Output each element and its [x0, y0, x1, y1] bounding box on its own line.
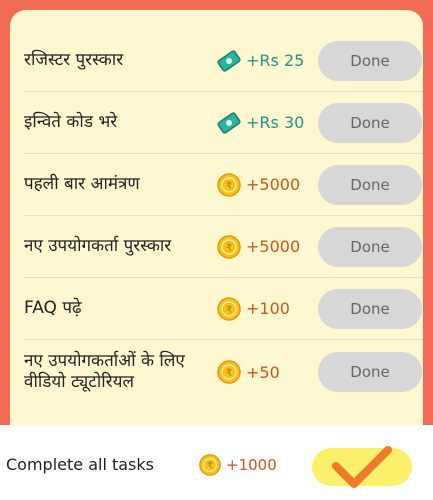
complete-all-check-button[interactable]	[312, 446, 412, 488]
svg-text:₹: ₹	[226, 305, 232, 316]
coin-icon: ₹	[216, 234, 242, 260]
complete-all-footer: Complete all tasks ₹ +1000	[0, 425, 433, 500]
task-label: FAQ पढ़े	[24, 297, 82, 318]
done-button[interactable]: Done	[318, 288, 422, 329]
tasks-panel: रजिस्टर पुरस्कार +Rs 25 Done इन्विते कोड…	[10, 10, 423, 425]
task-row: नए उपयोगकर्ता पुरस्कार ₹ +5000 Done	[24, 216, 423, 278]
task-label: नए उपयोगकर्ता पुरस्कार	[24, 235, 172, 256]
svg-text:₹: ₹	[226, 243, 232, 254]
task-row: रजिस्टर पुरस्कार +Rs 25 Done	[24, 30, 423, 92]
reward-amount: +100	[246, 299, 290, 318]
svg-text:₹: ₹	[226, 368, 232, 379]
footer-reward: ₹ +1000	[198, 453, 277, 477]
task-reward: +Rs 25	[216, 30, 304, 91]
svg-text:₹: ₹	[226, 181, 232, 192]
coin-icon: ₹	[216, 172, 242, 198]
coin-icon: ₹	[216, 359, 242, 385]
reward-amount: +5000	[246, 237, 301, 256]
svg-text:₹: ₹	[207, 461, 213, 472]
task-reward: +Rs 30	[216, 92, 304, 153]
task-reward: ₹ +50	[216, 340, 280, 404]
cash-icon	[216, 110, 242, 136]
task-label: रजिस्टर पुरस्कार	[24, 49, 124, 70]
checkmark-icon	[332, 446, 392, 488]
task-row: पहली बार आमंत्रण ₹ +5000 Done	[24, 154, 423, 216]
task-label: इन्विते कोड भरे	[24, 111, 118, 132]
task-reward: ₹ +5000	[216, 154, 300, 215]
complete-all-label: Complete all tasks	[6, 455, 154, 474]
reward-amount: +Rs 25	[246, 51, 305, 70]
coin-icon: ₹	[198, 453, 222, 477]
coin-icon: ₹	[216, 296, 242, 322]
reward-amount: +50	[246, 362, 280, 382]
reward-amount: +5000	[246, 175, 301, 194]
done-button[interactable]: Done	[318, 164, 422, 205]
cash-icon	[216, 48, 242, 74]
task-label: नए उपयोगकर्ताओं के लिए वीडियो ट्यूटोरियल	[24, 350, 185, 392]
task-reward: ₹ +100	[216, 278, 290, 339]
done-button[interactable]: Done	[318, 40, 422, 81]
reward-amount: +Rs 30	[246, 113, 305, 132]
reward-amount: +1000	[226, 456, 277, 474]
task-row: FAQ पढ़े ₹ +100 Done	[24, 278, 423, 340]
task-row: इन्विते कोड भरे +Rs 30 Done	[24, 92, 423, 154]
task-reward: ₹ +5000	[216, 216, 300, 277]
done-button[interactable]: Done	[318, 102, 422, 143]
done-button[interactable]: Done	[318, 226, 422, 267]
done-button[interactable]: Done	[318, 352, 422, 392]
task-row: नए उपयोगकर्ताओं के लिए वीडियो ट्यूटोरियल…	[24, 340, 423, 404]
task-label: पहली बार आमंत्रण	[24, 173, 140, 194]
